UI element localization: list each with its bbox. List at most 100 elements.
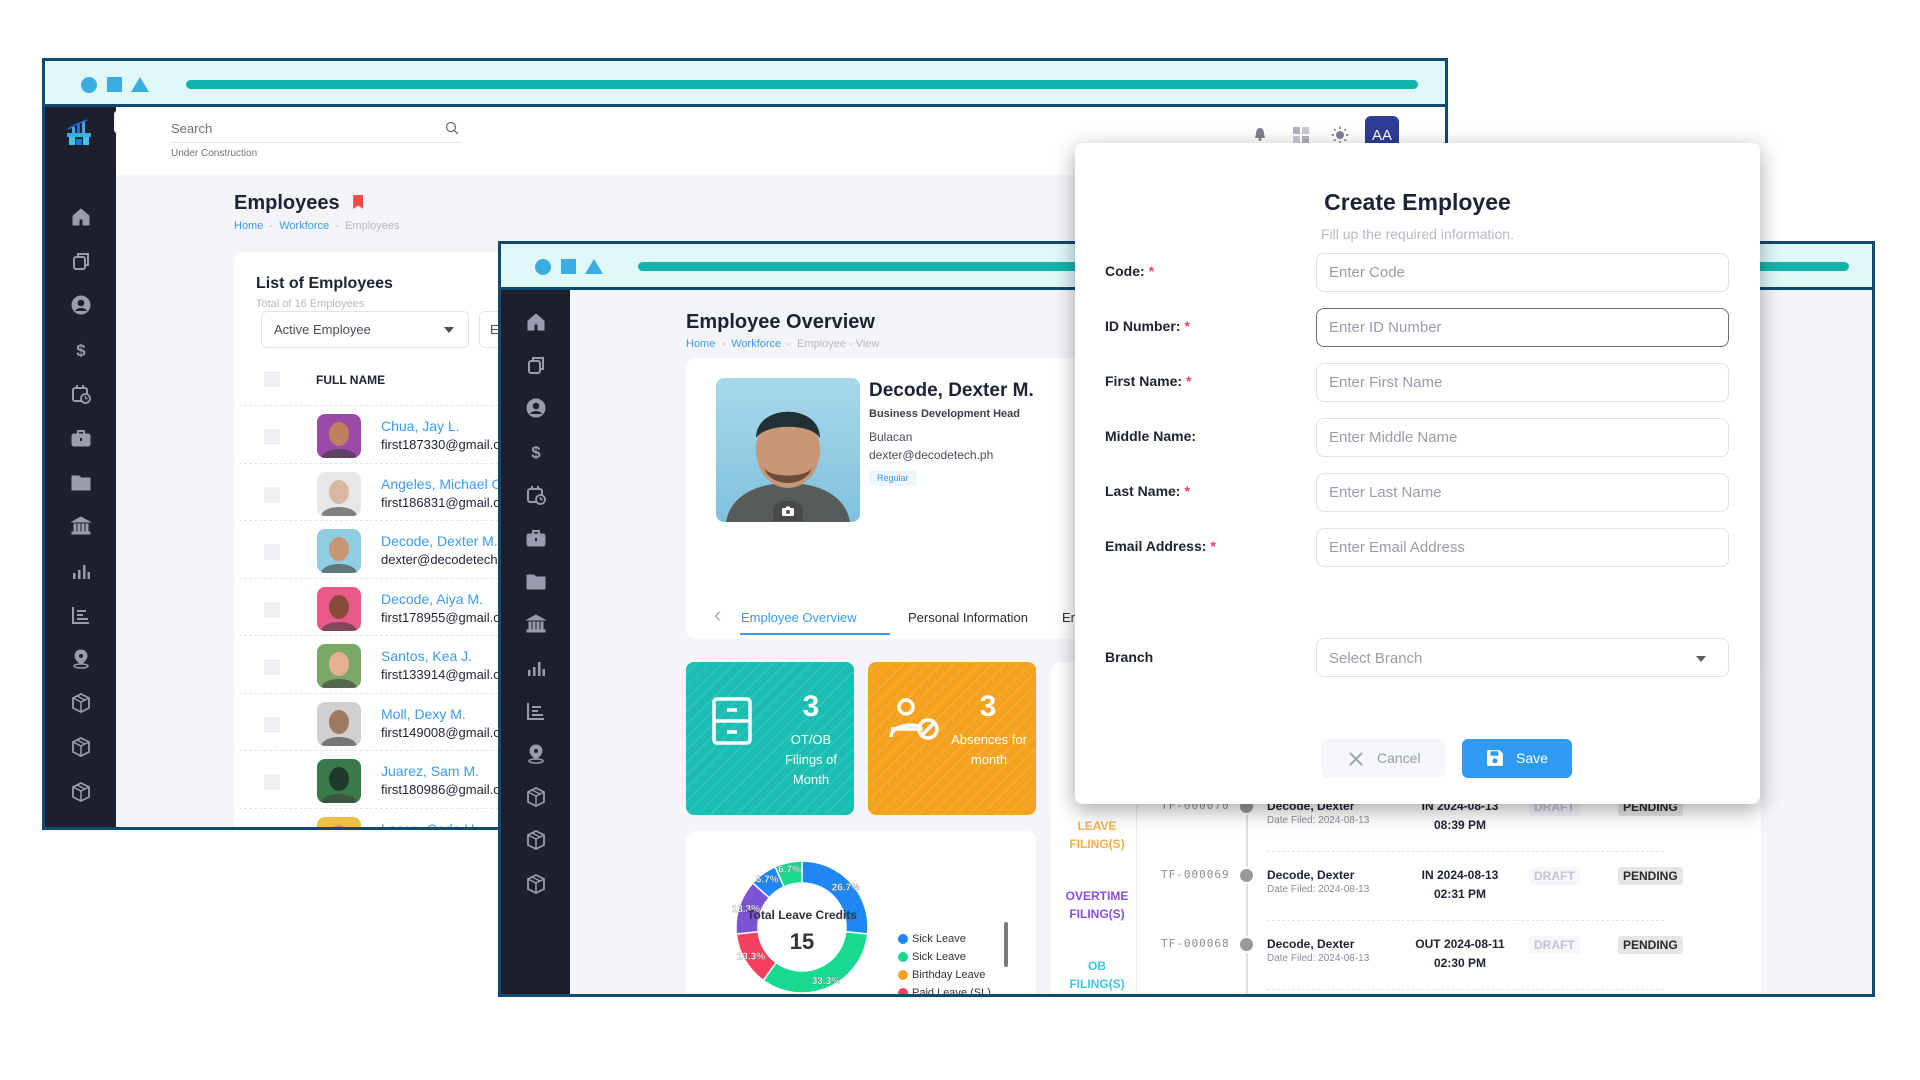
report-icon[interactable] (70, 604, 92, 626)
idnumber-input[interactable] (1316, 308, 1729, 347)
copy-icon[interactable] (70, 250, 92, 272)
report-icon[interactable] (525, 700, 547, 722)
filing-row[interactable]: TF-000069 Decode, Dexter Date Filed: 2024-… (1051, 867, 1761, 936)
box-icon[interactable] (70, 736, 92, 758)
apps-grid-icon[interactable] (1293, 127, 1309, 143)
tab-personal-information[interactable]: Personal Information (908, 610, 1028, 625)
timeline-line (1246, 815, 1248, 867)
bar-chart-icon[interactable] (525, 657, 547, 679)
box-icon[interactable] (525, 786, 547, 808)
home-icon[interactable] (70, 206, 92, 228)
employee-name-link[interactable]: Juarez, Sam M. (381, 763, 479, 779)
folder-icon[interactable] (70, 471, 92, 493)
tabs-prev-button[interactable]: ‹ (714, 604, 721, 626)
box-icon[interactable] (70, 781, 92, 803)
branch-select[interactable]: Select Branch (1316, 638, 1729, 677)
breadcrumb-workforce[interactable]: Workforce (279, 220, 329, 232)
cancel-button[interactable]: Cancel (1321, 739, 1445, 778)
breadcrumb-home[interactable]: Home (234, 220, 263, 232)
sidebar: $ (501, 290, 570, 994)
theme-sun-icon[interactable] (1331, 126, 1349, 144)
tab-employee-overview[interactable]: Employee Overview (741, 610, 857, 625)
user-circle-icon[interactable] (525, 397, 547, 419)
table-row[interactable]: Angeles, Michael O. first186831@gmail.com (234, 469, 534, 519)
list-title: List of Employees (256, 275, 393, 292)
legend-item[interactable]: Sick Leave (898, 948, 991, 966)
middlename-input[interactable] (1316, 418, 1729, 457)
folder-icon[interactable] (525, 570, 547, 592)
box-icon[interactable] (525, 829, 547, 851)
row-checkbox[interactable] (264, 544, 280, 560)
stat-card-absences[interactable]: 3 Absences for month (868, 662, 1036, 815)
employee-name-link[interactable]: Santos, Kea J. (381, 648, 472, 664)
avatar (317, 644, 361, 688)
donut-slice[interactable] (801, 860, 869, 935)
row-divider (239, 807, 539, 809)
chevron-down-icon (1696, 656, 1706, 662)
row-checkbox[interactable] (264, 659, 280, 675)
bank-icon[interactable] (70, 515, 92, 537)
save-button[interactable]: Save (1462, 739, 1572, 778)
home-icon[interactable] (525, 311, 547, 333)
search-icon[interactable] (445, 121, 459, 140)
row-checkbox[interactable] (264, 774, 280, 790)
leave-credits-card: 26.7% 33.3% 13.3% 13.3% 6.7% 6.7% Total Leave… (686, 831, 1036, 997)
bookmark-icon[interactable] (353, 195, 364, 209)
filing-row[interactable]: TF-000070 Decode, Dexter Date Filed: 2024-… (1051, 798, 1761, 867)
breadcrumb-home[interactable]: Home (686, 338, 715, 350)
user-circle-icon[interactable] (70, 294, 92, 316)
notification-icon[interactable] (1253, 127, 1267, 141)
firstname-input[interactable] (1316, 363, 1729, 402)
legend-item[interactable]: Sick Leave (898, 930, 991, 948)
box-icon[interactable] (525, 873, 547, 895)
row-checkbox[interactable] (264, 601, 280, 618)
filing-row[interactable]: TF-000068 Decode, Dexter Date Filed: 2024-… (1051, 936, 1761, 994)
search-box[interactable]: Search (171, 119, 461, 143)
employee-name-link[interactable]: Moll, Dexy M. (381, 706, 466, 722)
row-checkbox[interactable] (264, 716, 280, 733)
calendar-clock-icon[interactable] (70, 383, 92, 405)
select-all-checkbox[interactable] (264, 371, 280, 387)
box-icon[interactable] (70, 692, 92, 714)
status-filter-select[interactable]: Active Employee (261, 311, 469, 348)
employee-name-link[interactable]: Lacap, Carlo H. (381, 821, 478, 828)
app-logo[interactable] (65, 119, 93, 147)
legend-item[interactable]: Birthday Leave (898, 966, 991, 984)
table-row[interactable]: Decode, Aiya M. first178955@gmail.com (234, 584, 534, 634)
employee-name-link[interactable]: Decode, Dexter M. (381, 533, 498, 549)
table-row[interactable]: Chua, Jay L. first187330@gmail.com (234, 411, 534, 461)
change-photo-button[interactable] (773, 501, 803, 521)
employee-name-link[interactable]: Decode, Aiya M. (381, 591, 483, 607)
lastname-input[interactable] (1316, 473, 1729, 512)
legend-scrollbar[interactable] (1004, 922, 1008, 967)
employee-name-link[interactable]: Chua, Jay L. (381, 418, 460, 434)
code-input[interactable] (1316, 253, 1729, 292)
table-row[interactable]: Moll, Dexy M. first149008@gmail.com (234, 699, 534, 749)
filing-type-date: OUT 2024-08-11 (1415, 937, 1505, 951)
location-icon[interactable] (525, 743, 547, 765)
page-title: Employee Overview (686, 311, 875, 333)
location-icon[interactable] (70, 648, 92, 670)
copy-icon[interactable] (525, 354, 547, 376)
dollar-icon[interactable]: $ (70, 339, 92, 361)
briefcase-icon[interactable] (70, 427, 92, 449)
legend-item[interactable]: Paid Leave (SL) (898, 984, 991, 997)
bank-icon[interactable] (525, 613, 547, 635)
pending-badge: PENDING (1618, 936, 1683, 954)
employee-name-link[interactable]: Angeles, Michael O. (381, 476, 506, 492)
bar-chart-icon[interactable] (70, 560, 92, 582)
table-row[interactable]: Juarez, Sam M. first180986@gmail.com (234, 756, 534, 806)
calendar-clock-icon[interactable] (525, 484, 547, 506)
table-row[interactable]: Santos, Kea J. first133914@gmail.com (234, 641, 534, 691)
table-row[interactable]: Decode, Dexter M. dexter@decodetech.ph (234, 526, 534, 576)
dollar-icon[interactable]: $ (525, 441, 547, 463)
breadcrumb-workforce[interactable]: Workforce (731, 338, 781, 350)
legend-label: Paid Leave (SL) (912, 987, 991, 997)
table-row[interactable]: Lacap, Carlo H. (234, 814, 534, 828)
emailaddress-input[interactable] (1316, 528, 1729, 567)
stat-card-ot-ob[interactable]: 3 OT/OB Filings of Month (686, 662, 854, 815)
briefcase-icon[interactable] (525, 527, 547, 549)
column-full-name[interactable]: FULL NAME (316, 373, 385, 387)
row-checkbox[interactable] (264, 486, 280, 503)
row-checkbox[interactable] (264, 429, 280, 445)
